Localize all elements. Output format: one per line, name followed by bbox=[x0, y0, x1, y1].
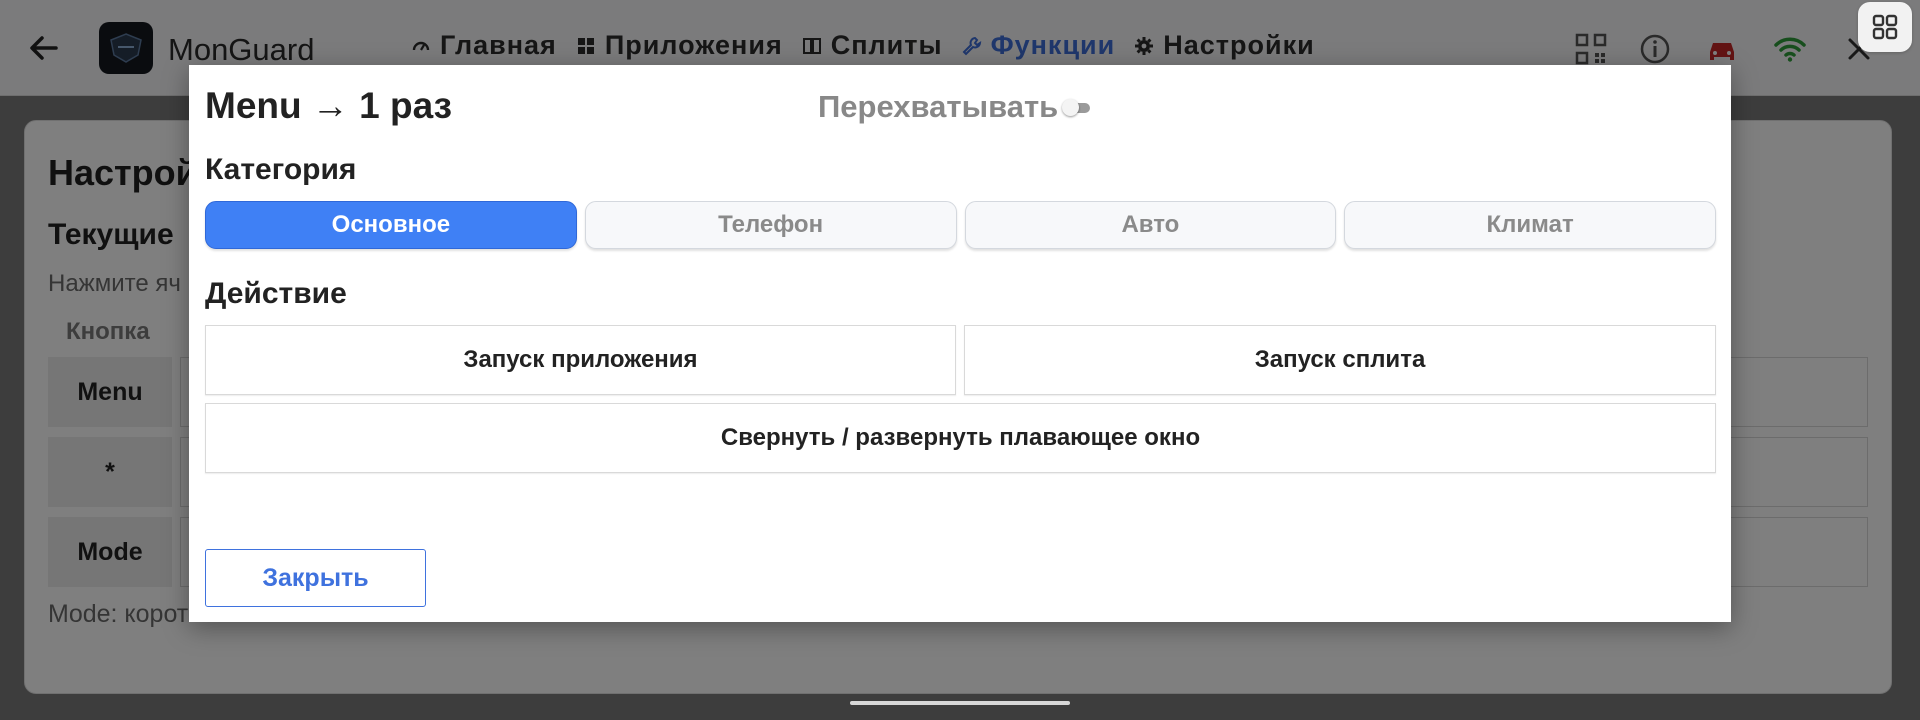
category-main-button[interactable]: Основное bbox=[205, 201, 577, 249]
category-segmented-control: Основное Телефон Авто Климат bbox=[205, 201, 1716, 249]
intercept-label: Перехватывать bbox=[818, 89, 1059, 124]
action-label: Действие bbox=[205, 277, 347, 310]
intercept-toggle-row[interactable]: Перехватывать bbox=[818, 89, 1092, 125]
category-climate-button[interactable]: Климат bbox=[1344, 201, 1716, 249]
category-label: Категория bbox=[205, 153, 357, 186]
home-indicator[interactable] bbox=[850, 701, 1070, 705]
category-auto-button[interactable]: Авто bbox=[964, 201, 1337, 249]
apps-grid-icon bbox=[1872, 14, 1898, 40]
switch-thumb bbox=[1062, 99, 1080, 116]
button-action-dialog: Menu → 1 раз Перехватывать Категория Осн… bbox=[189, 65, 1731, 622]
toggle-floating-window-button[interactable]: Свернуть / развернуть плавающее окно bbox=[205, 403, 1716, 473]
launch-app-button[interactable]: Запуск приложения bbox=[205, 325, 956, 395]
dialog-title: Menu → 1 раз bbox=[205, 85, 453, 126]
intercept-switch[interactable] bbox=[1062, 99, 1092, 116]
launch-split-button[interactable]: Запуск сплита bbox=[964, 325, 1716, 395]
close-dialog-button[interactable]: Закрыть bbox=[205, 549, 426, 607]
apps-grid-button[interactable] bbox=[1858, 2, 1912, 52]
category-phone-button[interactable]: Телефон bbox=[584, 201, 957, 249]
